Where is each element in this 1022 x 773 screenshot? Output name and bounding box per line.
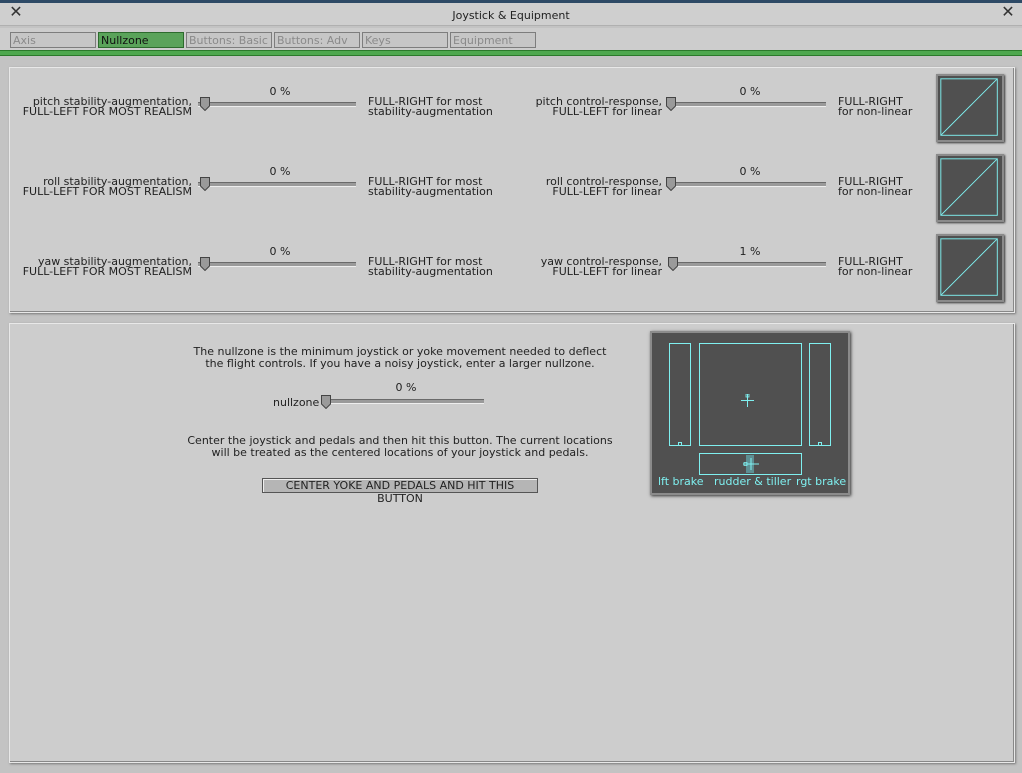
- yoke-crosshair-icon: [741, 394, 754, 407]
- rudder-label: rudder & tiller: [714, 475, 792, 488]
- close-window-icon[interactable]: ✕: [998, 3, 1018, 21]
- pitch-stability-label: pitch stability-augmentation, FULL-LEFT …: [14, 96, 192, 118]
- roll-stability-right-label: FULL-RIGHT for most stability-augmentati…: [368, 176, 493, 198]
- title-bar: Joystick & Equipment: [0, 0, 1022, 26]
- yaw-stability-label-line2: FULL-LEFT FOR MOST REALISM: [22, 265, 192, 278]
- nullzone-panel: [9, 323, 1015, 763]
- nullzone-value: 0 %: [395, 381, 417, 394]
- yaw-response-right-line2: for non-linear: [838, 265, 913, 278]
- tab-keys[interactable]: Keys: [362, 32, 448, 48]
- roll-response-label: roll control-response, FULL-LEFT for lin…: [490, 176, 662, 198]
- yaw-response-slider[interactable]: [668, 262, 826, 267]
- yaw-stability-right-label: FULL-RIGHT for most stability-augmentati…: [368, 256, 493, 278]
- window-title: Joystick & Equipment: [452, 9, 570, 22]
- pitch-response-right-label: FULL-RIGHT for non-linear: [838, 96, 913, 118]
- nullzone-info-line2: the flight controls. If you have a noisy…: [205, 357, 595, 370]
- yaw-stability-label: yaw stability-augmentation, FULL-LEFT FO…: [14, 256, 192, 278]
- nullzone-thumb[interactable]: [321, 395, 331, 409]
- yaw-stability-right-line2: stability-augmentation: [368, 265, 493, 278]
- left-brake-marker: [678, 442, 682, 446]
- roll-response-slider[interactable]: [668, 182, 826, 187]
- yaw-stability-thumb[interactable]: [200, 257, 210, 271]
- nullzone-info: The nullzone is the minimum joystick or …: [160, 346, 640, 370]
- right-brake-gauge: [809, 343, 831, 446]
- tab-equipment[interactable]: Equipment: [450, 32, 536, 48]
- pitch-response-label: pitch control-response, FULL-LEFT for li…: [490, 96, 662, 118]
- yaw-response-thumb[interactable]: [667, 257, 678, 271]
- pitch-response-label-line2: FULL-LEFT for linear: [552, 105, 662, 118]
- roll-response-right-label: FULL-RIGHT for non-linear: [838, 176, 913, 198]
- yaw-stability-value: 0 %: [269, 245, 291, 258]
- roll-stability-label: roll stability-augmentation, FULL-LEFT F…: [14, 176, 192, 198]
- tab-nullzone[interactable]: Nullzone: [98, 32, 184, 48]
- tab-underline: [0, 50, 1022, 56]
- tab-axis[interactable]: Axis: [10, 32, 96, 48]
- yaw-response-curve: [936, 234, 1004, 302]
- tab-buttons-adv[interactable]: Buttons: Adv: [274, 32, 360, 48]
- pitch-stability-value: 0 %: [269, 85, 291, 98]
- roll-stability-value: 0 %: [269, 165, 291, 178]
- roll-response-label-line2: FULL-LEFT for linear: [552, 185, 662, 198]
- roll-response-value: 0 %: [739, 165, 761, 178]
- pitch-stability-slider[interactable]: [198, 102, 356, 107]
- roll-response-thumb[interactable]: [666, 177, 676, 191]
- pitch-response-thumb[interactable]: [666, 97, 676, 111]
- pitch-response-value: 0 %: [739, 85, 761, 98]
- pitch-stability-right-line2: stability-augmentation: [368, 105, 493, 118]
- pitch-stability-thumb[interactable]: [200, 97, 210, 111]
- roll-stability-right-line2: stability-augmentation: [368, 185, 493, 198]
- nullzone-slider[interactable]: [324, 399, 484, 404]
- yaw-response-label: yaw control-response, FULL-LEFT for line…: [490, 256, 662, 278]
- nullzone-label: nullzone: [273, 396, 320, 409]
- pitch-response-right-line2: for non-linear: [838, 105, 913, 118]
- close-icon[interactable]: ✕: [6, 3, 26, 21]
- center-info: Center the joystick and pedals and then …: [160, 435, 640, 459]
- right-brake-label: rgt brake: [796, 475, 847, 488]
- roll-response-curve: [936, 154, 1004, 222]
- rudder-crosshair-icon: [743, 458, 759, 470]
- center-yoke-button[interactable]: CENTER YOKE AND PEDALS AND HIT THIS BUTT…: [262, 478, 538, 505]
- pitch-stability-label-line2: FULL-LEFT FOR MOST REALISM: [22, 105, 192, 118]
- left-brake-gauge: [669, 343, 691, 446]
- roll-stability-slider[interactable]: [198, 182, 356, 187]
- roll-stability-label-line2: FULL-LEFT FOR MOST REALISM: [22, 185, 192, 198]
- yaw-response-right-label: FULL-RIGHT for non-linear: [838, 256, 913, 278]
- pitch-stability-right-label: FULL-RIGHT for most stability-augmentati…: [368, 96, 493, 118]
- left-brake-label: lft brake: [658, 475, 704, 488]
- roll-stability-thumb[interactable]: [200, 177, 210, 191]
- right-brake-marker: [818, 442, 822, 446]
- tab-buttons-basic[interactable]: Buttons: Basic: [186, 32, 272, 48]
- yaw-response-label-line2: FULL-LEFT for linear: [552, 265, 662, 278]
- pitch-response-slider[interactable]: [668, 102, 826, 107]
- yaw-stability-slider[interactable]: [198, 262, 356, 267]
- center-info-line2: will be treated as the centered location…: [211, 446, 589, 459]
- pitch-response-curve: [936, 74, 1004, 142]
- yaw-response-value: 1 %: [739, 245, 761, 258]
- roll-response-right-line2: for non-linear: [838, 185, 913, 198]
